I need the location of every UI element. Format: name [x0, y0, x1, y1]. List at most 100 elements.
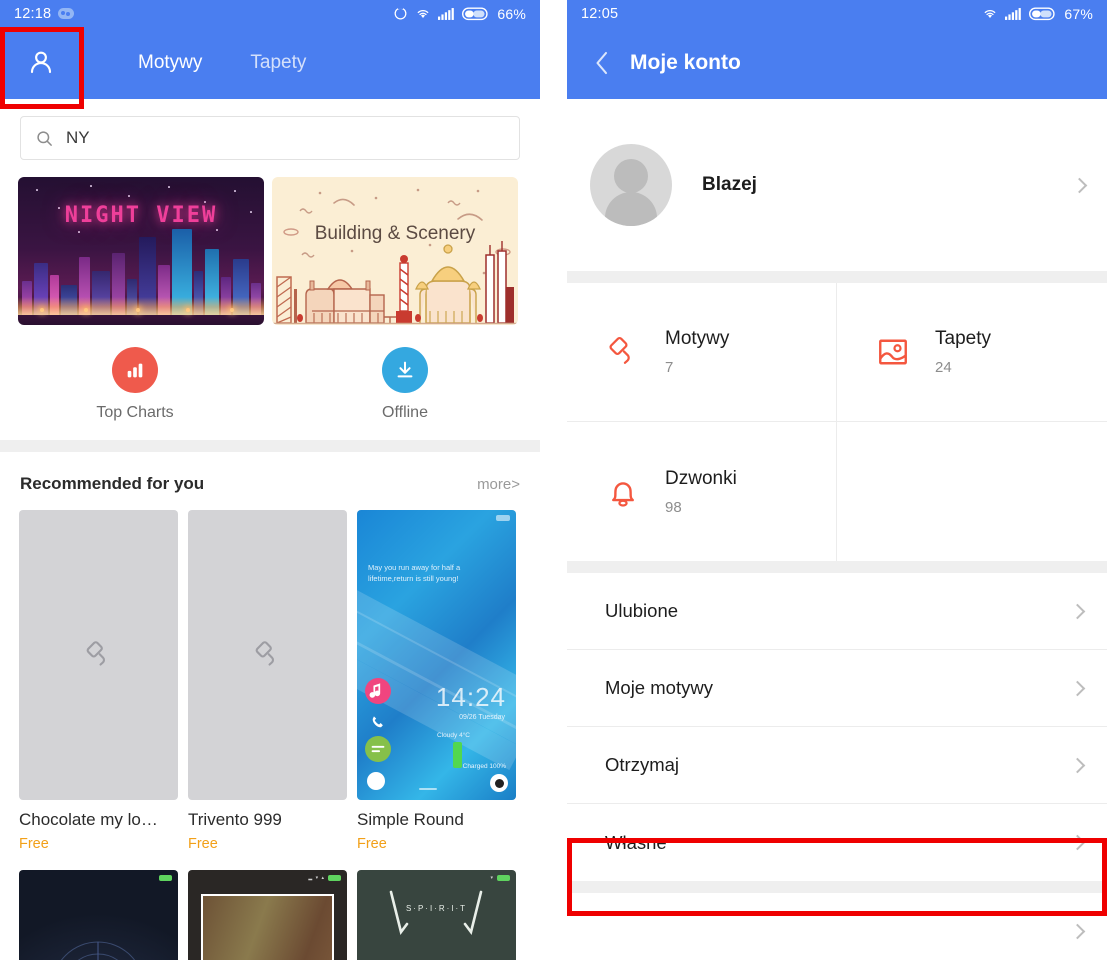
person-icon — [30, 51, 52, 74]
menu-item-moje-motywy[interactable]: Moje motywy — [567, 650, 1107, 727]
search-area: NY — [0, 99, 540, 160]
search-input[interactable]: NY — [20, 116, 520, 160]
banner-building-scenery[interactable]: Building & Scenery — [272, 177, 518, 325]
banner-night-view[interactable]: NIGHT VIEW — [18, 177, 264, 325]
menu-list-bottom — [567, 893, 1107, 960]
recommended-header: Recommended for you more> — [0, 452, 540, 494]
battery-percent: 67% — [1064, 5, 1093, 22]
chevron-right-icon — [1069, 923, 1086, 940]
banner-row: NIGHT VIEW Building & Scenery — [0, 160, 540, 325]
theme-thumbnail[interactable]: ▂ ▾ ▴ — [188, 870, 347, 960]
theme-thumbnail[interactable] — [19, 870, 178, 960]
menu-item-label: Własne — [605, 831, 667, 853]
banner-title: NIGHT VIEW — [64, 203, 218, 228]
left-phone-screen: 12:18 66% Motywy Tapety NY NIGHT VIEW Bu… — [0, 0, 540, 960]
menu-item-label: Otrzymaj — [605, 754, 679, 775]
theme-price: Free — [19, 836, 49, 852]
category-label: Tapety — [935, 328, 991, 349]
quick-action-offline[interactable]: Offline — [270, 347, 540, 422]
account-row[interactable]: Blazej — [567, 99, 1107, 271]
chevron-left-icon[interactable] — [594, 50, 610, 76]
theme-name: Simple Round — [357, 810, 464, 829]
quick-action-top-charts[interactable]: Top Charts — [0, 347, 270, 422]
account-name: Blazej — [702, 174, 757, 195]
page-title: Moje konto — [630, 51, 741, 74]
theme-price: Free — [357, 836, 387, 852]
chevron-right-icon — [1069, 680, 1086, 696]
phone-shortcut-icon — [369, 713, 387, 731]
recommended-item[interactable]: Chocolate my lo… Free — [19, 510, 178, 852]
recommended-item[interactable]: May you run away for half a lifetime,ret… — [357, 510, 516, 852]
category-motywy[interactable]: Motywy 7 — [567, 283, 837, 422]
building-scenery-art — [272, 188, 518, 325]
section-divider — [567, 271, 1107, 283]
signal-icon — [438, 7, 455, 20]
category-label: Dzwonki — [665, 467, 737, 489]
lockscreen-preview: May you run away for half a lifetime,ret… — [357, 510, 516, 800]
battery-icon — [462, 7, 489, 20]
recommended-item[interactable]: Trivento 999 Free — [188, 510, 347, 852]
theme-thumbnail — [188, 510, 347, 800]
menu-item-extra[interactable] — [567, 893, 1107, 960]
account-button[interactable] — [0, 27, 82, 99]
left-status-bar: 12:18 66% — [0, 0, 540, 27]
screenshot-stage: 12:18 66% Motywy Tapety NY NIGHT VIEW Bu… — [0, 0, 1107, 960]
category-tapety[interactable]: Tapety 24 — [837, 283, 1107, 422]
right-title-bar: Moje konto — [567, 27, 1107, 99]
bell-icon — [612, 481, 634, 507]
lockscreen-date: 09/26 Tuesday — [459, 714, 505, 721]
menu-item-label: Moje motywy — [605, 677, 713, 698]
search-value: NY — [66, 128, 90, 147]
tab-tapety[interactable]: Tapety — [250, 52, 306, 74]
paint-brush-icon — [609, 336, 630, 364]
chevron-right-icon — [1069, 834, 1086, 851]
recommended-grid-row2: ▂ ▾ ▴ ▾ S·P·I·R·I·T — [0, 852, 540, 960]
wifi-icon — [985, 10, 996, 18]
lockscreen-clock: 14:24 — [435, 682, 506, 712]
theme-name: Trivento 999 — [188, 810, 282, 829]
battery-percent: 66% — [497, 5, 526, 22]
menu-list: Ulubione Moje motywy Otrzymaj Własne — [567, 573, 1107, 881]
chevron-right-icon — [1071, 177, 1088, 193]
cloud-sync-icon — [58, 8, 75, 19]
bar-chart-icon — [112, 347, 158, 393]
banner-title: Building & Scenery — [314, 223, 476, 244]
category-dzwonki[interactable]: Dzwonki 98 — [567, 422, 837, 561]
recommended-more-link[interactable]: more> — [477, 476, 520, 493]
search-icon — [37, 130, 52, 146]
theme-thumbnail[interactable]: ▾ S·P·I·R·I·T — [357, 870, 516, 960]
night-skyline-art — [18, 229, 264, 315]
section-divider — [567, 881, 1107, 893]
paint-brush-icon — [86, 641, 105, 666]
menu-item-label: Ulubione — [605, 600, 679, 621]
recommended-grid: Chocolate my lo… Free Trivento 999 Free — [0, 494, 540, 852]
lockscreen-charged: Charged 100% — [462, 763, 506, 770]
tab-motywy[interactable]: Motywy — [138, 52, 202, 74]
chevron-right-icon — [1069, 603, 1086, 619]
paint-brush-icon — [255, 641, 274, 666]
menu-item-ulubione[interactable]: Ulubione — [567, 573, 1107, 650]
category-grid: Motywy 7 Tapety 24 Dzwonki 98 — [567, 283, 1107, 561]
left-app-bar: Motywy Tapety — [0, 27, 540, 99]
camera-shortcut-icon — [490, 774, 508, 792]
theme-caption: S·P·I·R·I·T — [405, 904, 468, 913]
circle-icon — [394, 6, 407, 20]
image-icon — [879, 339, 907, 365]
menu-item-wlasne[interactable]: Własne — [567, 804, 1107, 881]
theme-name: Chocolate my lo… — [19, 810, 158, 829]
menu-item-otrzymaj[interactable]: Otrzymaj — [567, 727, 1107, 804]
home-shortcut-icon — [367, 772, 385, 790]
section-divider — [567, 561, 1107, 573]
lockscreen-quote: May you run away for half a lifetime,ret… — [368, 563, 461, 584]
right-phone-screen: 12:05 67% Moje konto Blazej Motywy 7 Tap… — [567, 0, 1107, 960]
status-time: 12:18 — [14, 5, 52, 22]
quick-action-label: Offline — [382, 404, 428, 421]
status-time: 12:05 — [581, 5, 619, 22]
category-count: 98 — [665, 498, 682, 516]
top-tabs: Motywy Tapety — [138, 52, 306, 74]
category-empty — [837, 422, 1107, 561]
signal-icon — [1005, 7, 1022, 20]
category-count: 7 — [665, 359, 674, 376]
theme-thumbnail — [19, 510, 178, 800]
right-status-bar: 12:05 67% — [567, 0, 1107, 27]
